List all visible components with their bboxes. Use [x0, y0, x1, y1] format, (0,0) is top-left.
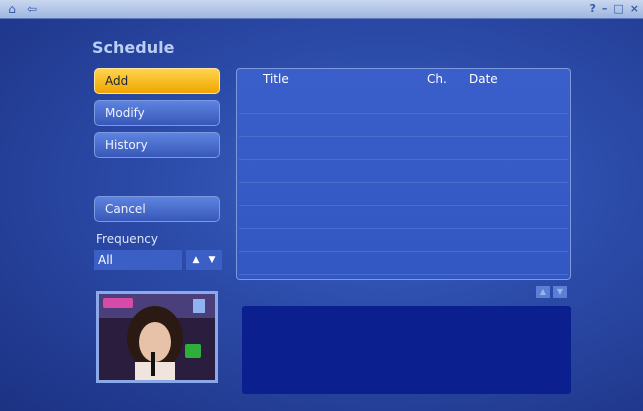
page-title: Schedule — [92, 38, 175, 57]
home-icon[interactable]: ⌂ — [4, 1, 20, 17]
list-item[interactable] — [239, 160, 568, 183]
list-item[interactable] — [239, 183, 568, 206]
program-info-panel — [242, 306, 571, 394]
back-arrow-icon[interactable]: ⇦ — [24, 1, 40, 17]
list-rows — [239, 91, 568, 277]
chevron-up-icon[interactable]: ▲ — [190, 254, 203, 267]
list-item[interactable] — [239, 252, 568, 275]
list-item[interactable] — [239, 137, 568, 160]
list-item[interactable] — [239, 229, 568, 252]
column-header-date[interactable]: Date — [469, 72, 498, 86]
chevron-down-icon[interactable]: ▼ — [206, 254, 219, 267]
live-tv-preview[interactable] — [96, 291, 218, 383]
scroll-down-icon[interactable]: ▼ — [553, 286, 567, 298]
list-header: Title Ch. Date — [237, 69, 570, 91]
history-button[interactable]: History — [94, 132, 220, 158]
column-header-title[interactable]: Title — [263, 72, 289, 86]
list-item[interactable] — [239, 114, 568, 137]
tv-preview-image — [99, 294, 215, 380]
schedule-list[interactable]: Title Ch. Date — [236, 68, 571, 280]
scroll-up-icon[interactable]: ▲ — [536, 286, 550, 298]
frequency-stepper[interactable]: ▲ ▼ — [186, 250, 222, 270]
frequency-value[interactable]: All — [94, 250, 182, 270]
title-bar: ⌂ ⇦ ? – □ × — [0, 0, 643, 19]
minimize-button[interactable]: – — [602, 1, 608, 17]
add-button[interactable]: Add — [94, 68, 220, 94]
maximize-button[interactable]: □ — [613, 1, 623, 17]
close-button[interactable]: × — [630, 1, 639, 17]
list-item[interactable] — [239, 91, 568, 114]
modify-button[interactable]: Modify — [94, 100, 220, 126]
column-header-channel[interactable]: Ch. — [427, 72, 447, 86]
list-scroll-controls: ▲ ▼ — [536, 286, 567, 298]
list-item[interactable] — [239, 206, 568, 229]
help-button[interactable]: ? — [589, 1, 595, 17]
frequency-label: Frequency — [96, 232, 158, 246]
cancel-button[interactable]: Cancel — [94, 196, 220, 222]
